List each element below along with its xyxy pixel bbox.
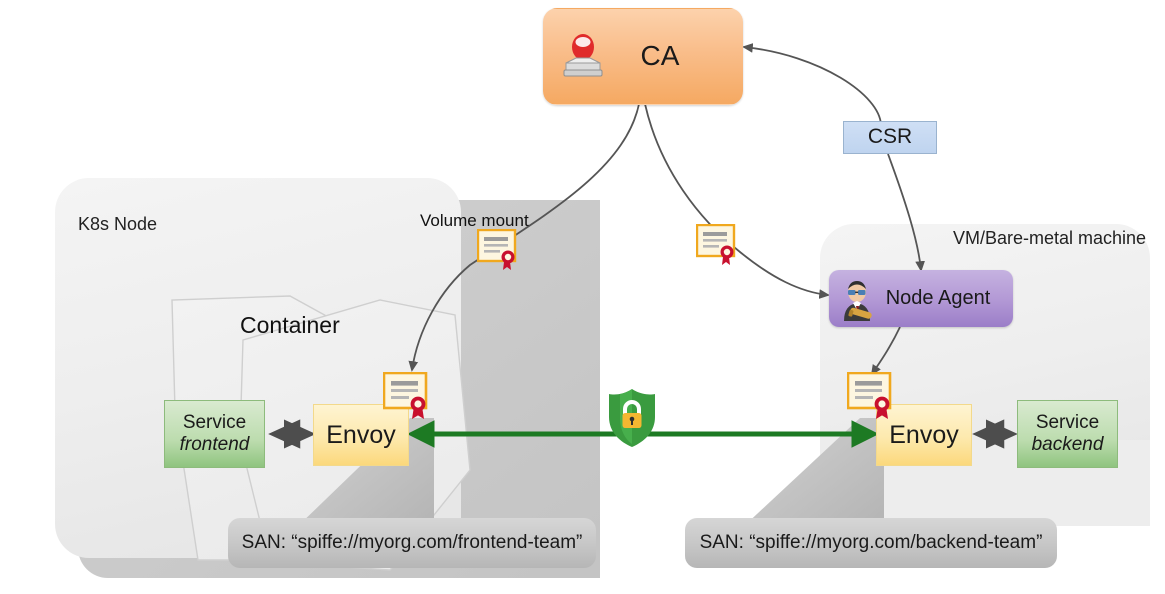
k8s-node-label: K8s Node [78, 214, 158, 234]
backend-san-label: SAN: “spiffe://myorg.com/backend-team” [699, 532, 1043, 554]
frontend-envoy-label: Envoy [326, 420, 396, 449]
certificate-icon-frontend-envoy [382, 371, 433, 421]
frontend-service-label: Service [182, 412, 247, 434]
ca-label: CA [640, 40, 680, 72]
certificate-icon-volume-mount [476, 228, 521, 272]
certificate-icon-node-agent [695, 223, 740, 267]
backend-service-node[interactable]: Service backend [1017, 400, 1118, 468]
node-agent-node[interactable]: Node Agent [829, 270, 1013, 327]
frontend-san-label: SAN: “spiffe://myorg.com/frontend-team” [241, 532, 583, 554]
frontend-service-subtitle: frontend [179, 434, 250, 455]
diagram-canvas: K8s Node Container VM/Bare-metal machine… [0, 0, 1165, 594]
backend-san-callout-tail [742, 418, 884, 528]
certificate-icon-backend-envoy [846, 371, 897, 421]
csr-label: CSR [867, 125, 913, 149]
backend-envoy-label: Envoy [889, 420, 959, 449]
vm-region-label: VM/Bare-metal machine [953, 228, 1147, 248]
shield-lock-icon [604, 387, 660, 449]
secret-agent-icon [835, 276, 881, 322]
node-agent-label: Node Agent [885, 287, 991, 309]
volume-mount-label: Volume mount [420, 211, 529, 230]
csr-node[interactable]: CSR [843, 121, 937, 154]
ca-node[interactable]: CA [543, 8, 743, 105]
frontend-san-callout: SAN: “spiffe://myorg.com/frontend-team” [228, 518, 596, 568]
backend-san-callout: SAN: “spiffe://myorg.com/backend-team” [685, 518, 1057, 568]
container-label: Container [240, 312, 340, 338]
backend-service-label: Service [1035, 412, 1100, 434]
stamp-icon [556, 31, 610, 85]
backend-service-subtitle: backend [1031, 434, 1104, 455]
frontend-service-node[interactable]: Service frontend [164, 400, 265, 468]
